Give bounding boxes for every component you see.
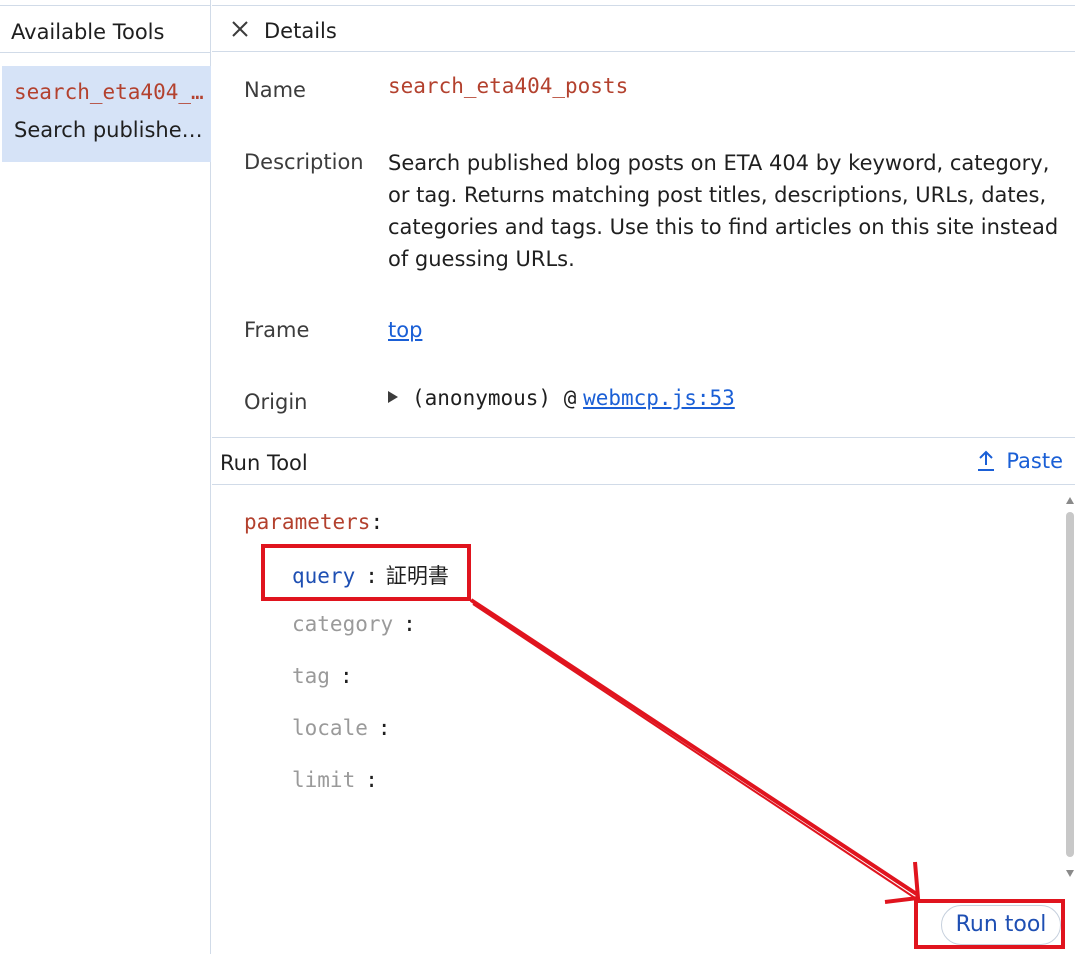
frame-label: Frame xyxy=(244,318,310,342)
param-name: category xyxy=(292,612,394,636)
name-label: Name xyxy=(244,78,306,102)
expand-triangle-icon[interactable] xyxy=(388,391,398,403)
param-name: limit xyxy=(292,768,356,792)
tool-description-value: Search published blog posts on ETA 404 b… xyxy=(388,151,1059,271)
details-header: Details xyxy=(212,6,1075,52)
tool-item-name: search_eta404_posts xyxy=(14,80,204,104)
parameters-label: parameters xyxy=(244,510,371,534)
param-locale[interactable]: locale: xyxy=(292,716,399,740)
annotation-box-query xyxy=(261,544,471,601)
run-tool-title: Run Tool xyxy=(220,451,308,475)
paste-label: Paste xyxy=(1006,449,1063,473)
tool-list-item[interactable]: search_eta404_posts Search published blo… xyxy=(2,66,211,162)
scroll-down-icon[interactable] xyxy=(1066,870,1074,877)
param-name: tag xyxy=(292,664,330,688)
tool-name-value: search_eta404_posts xyxy=(388,74,629,98)
sidebar-header: Available Tools xyxy=(0,6,211,53)
origin-value: (anonymous) @ webmcp.js:53 xyxy=(388,386,735,410)
origin-label: Origin xyxy=(244,390,308,414)
origin-source-link[interactable]: webmcp.js:53 xyxy=(583,386,735,410)
tool-item-description: Search published blog posts on ETA 404 b… xyxy=(14,118,204,142)
tools-sidebar: Available Tools search_eta404_posts Sear… xyxy=(0,0,211,954)
upload-icon xyxy=(978,450,995,471)
scrollbar-thumb[interactable] xyxy=(1066,512,1074,857)
paste-button[interactable]: Paste xyxy=(976,449,1063,473)
param-tag[interactable]: tag: xyxy=(292,664,361,688)
run-tool-header: Run Tool Paste xyxy=(212,437,1075,485)
details-title: Details xyxy=(264,19,337,43)
close-icon[interactable] xyxy=(229,18,251,40)
scroll-up-icon[interactable] xyxy=(1066,497,1074,504)
frame-link[interactable]: top xyxy=(388,318,422,342)
param-limit[interactable]: limit: xyxy=(292,768,386,792)
annotation-box-run xyxy=(914,899,1065,949)
sidebar-title: Available Tools xyxy=(11,20,165,44)
details-panel: Details Name search_eta404_posts Descrip… xyxy=(212,0,1075,954)
param-name: locale xyxy=(292,716,368,740)
param-category[interactable]: category: xyxy=(292,612,424,636)
parameters-root: parameters: xyxy=(244,510,384,534)
origin-text: (anonymous) @ xyxy=(412,386,577,410)
description-label: Description xyxy=(244,150,364,174)
